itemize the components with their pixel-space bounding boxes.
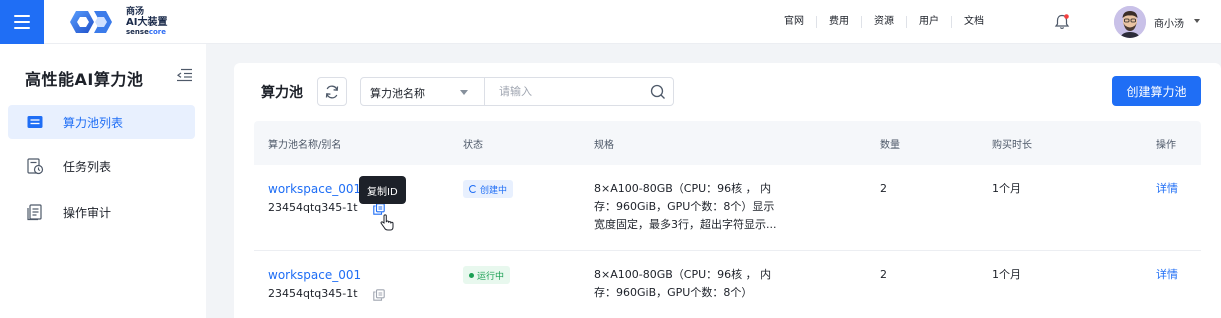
brand-sub: sensecore bbox=[126, 28, 166, 36]
menu-icon[interactable] bbox=[0, 0, 44, 44]
spec-text: 8×A100-80GB（CPU：96核 ， 内 存：960GiB，GPU个数：8… bbox=[594, 268, 772, 299]
avatar[interactable] bbox=[1114, 6, 1146, 38]
logo[interactable]: 商汤 AI大装置 sensecore bbox=[68, 6, 167, 38]
copy-id-tooltip: 复制ID bbox=[359, 176, 406, 204]
header-status: 状态 bbox=[463, 140, 483, 151]
pool-name-link[interactable]: workspace_001 bbox=[268, 266, 361, 284]
user-name[interactable]: 商小汤 bbox=[1154, 15, 1184, 30]
avatar-face-icon bbox=[1114, 6, 1146, 38]
page-title: 算力池 bbox=[261, 85, 303, 101]
count-value: 2 bbox=[880, 182, 887, 195]
sidebar-item-label: 任务列表 bbox=[63, 159, 112, 174]
count-value: 2 bbox=[880, 268, 887, 281]
spec-text: 8×A100-80GB（CPU：96核 ， 内 存：960GiB，GPU个数：8… bbox=[594, 182, 777, 231]
audit-doc-icon bbox=[27, 204, 42, 221]
sidebar-item-audit[interactable]: 操作审计 bbox=[8, 195, 195, 229]
pool-name-link[interactable]: workspace_001 bbox=[268, 180, 361, 198]
nav-official-site[interactable]: 官网 bbox=[772, 16, 816, 28]
table-header: 算力池名称/别名 状态 规格 数量 购买时长 操作 bbox=[254, 121, 1201, 165]
pool-alias: 23454qtq345-1t bbox=[268, 201, 358, 214]
collapse-menu-icon[interactable] bbox=[176, 68, 192, 82]
task-clock-icon bbox=[27, 158, 44, 175]
header-action: 操作 bbox=[1156, 140, 1176, 151]
search-group: 算力池名称 bbox=[360, 77, 674, 106]
search-icon[interactable] bbox=[650, 84, 666, 100]
sidebar: 高性能AI算力池 算力池列表 任务列表 操作审计 bbox=[0, 44, 206, 318]
nav-billing[interactable]: 费用 bbox=[816, 16, 861, 28]
pool-alias: 23454qtq345-1t bbox=[268, 287, 358, 300]
list-icon bbox=[27, 116, 43, 128]
hand-pointer-icon bbox=[380, 214, 394, 231]
sidebar-title: 高性能AI算力池 bbox=[25, 70, 144, 89]
running-dot-icon bbox=[469, 272, 474, 278]
bell-icon[interactable] bbox=[1053, 13, 1071, 31]
duration-value: 1个月 bbox=[992, 268, 1021, 281]
status-badge: 创建中 bbox=[463, 180, 514, 198]
header-duration: 购买时长 bbox=[992, 140, 1032, 151]
brand-name: 商汤 bbox=[126, 7, 145, 17]
table-row: workspace_001 23454qtq345-1t 运行中 8×A100-… bbox=[254, 251, 1201, 318]
refresh-icon bbox=[325, 85, 339, 98]
detail-link[interactable]: 详情 bbox=[1156, 266, 1178, 284]
top-nav: 官网 费用 资源 用户 文档 bbox=[772, 0, 996, 44]
search-input[interactable] bbox=[485, 78, 673, 105]
status-badge: 运行中 bbox=[463, 266, 511, 284]
chevron-down-icon[interactable] bbox=[1194, 19, 1200, 23]
copy-icon[interactable] bbox=[373, 289, 385, 301]
header-count: 数量 bbox=[880, 140, 900, 151]
brand-product: AI大装置 bbox=[126, 17, 168, 28]
spinner-icon bbox=[469, 185, 477, 193]
detail-link[interactable]: 详情 bbox=[1156, 180, 1178, 198]
logo-mark-icon bbox=[70, 11, 112, 33]
nav-docs[interactable]: 文档 bbox=[951, 16, 996, 28]
search-field-label: 算力池名称 bbox=[370, 87, 425, 100]
pool-table: 算力池名称/别名 状态 规格 数量 购买时长 操作 workspace_001 … bbox=[254, 121, 1201, 318]
sidebar-item-label: 算力池列表 bbox=[63, 115, 124, 130]
duration-value: 1个月 bbox=[992, 182, 1021, 195]
header-spec: 规格 bbox=[594, 140, 614, 151]
sidebar-item-tasks[interactable]: 任务列表 bbox=[8, 149, 195, 183]
search-field-select[interactable]: 算力池名称 bbox=[361, 78, 485, 105]
top-bar: 商汤 AI大装置 sensecore 官网 费用 资源 用户 文档 商小汤 bbox=[0, 0, 1221, 44]
nav-resources[interactable]: 资源 bbox=[861, 16, 906, 28]
sidebar-item-pool-list[interactable]: 算力池列表 bbox=[8, 105, 195, 139]
refresh-button[interactable] bbox=[317, 77, 347, 106]
nav-users[interactable]: 用户 bbox=[906, 16, 951, 28]
caret-down-icon bbox=[460, 90, 468, 95]
header-name: 算力池名称/别名 bbox=[268, 140, 342, 151]
sidebar-item-label: 操作审计 bbox=[63, 205, 112, 220]
create-pool-button[interactable]: 创建算力池 bbox=[1112, 76, 1201, 106]
